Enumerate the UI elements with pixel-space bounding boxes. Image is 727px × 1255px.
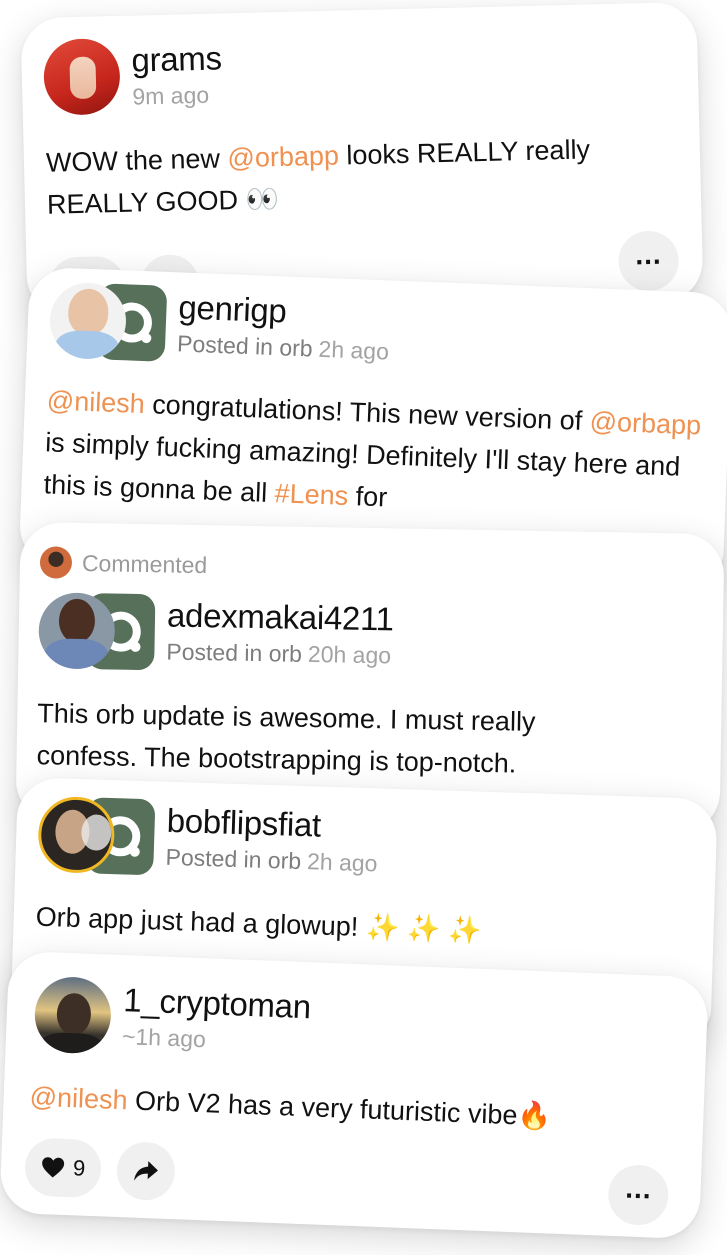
post-username[interactable]: adexmakai4211 xyxy=(167,596,394,638)
share-arrow-icon xyxy=(134,1161,159,1181)
post-timestamp: 2h ago xyxy=(306,848,378,877)
post-timestamp: 9m ago xyxy=(132,81,210,110)
post-body: @nilesh congratulations! This new versio… xyxy=(43,379,707,530)
post-username[interactable]: bobflipsfiat xyxy=(166,802,379,847)
hashtag-link[interactable]: #Lens xyxy=(274,478,349,511)
posted-in-label[interactable]: Posted in orb xyxy=(165,844,301,874)
posted-in-label[interactable]: Posted in orb xyxy=(177,330,313,361)
post-text: Orb V2 has a very futuristic vibe🔥 xyxy=(127,1085,552,1132)
post-username[interactable]: genrigp xyxy=(178,288,391,334)
post-body: Orb app just had a glowup! ✨ ✨ ✨ xyxy=(35,896,676,958)
mention-link[interactable]: @orbapp xyxy=(227,141,339,174)
post-username[interactable]: grams xyxy=(131,39,222,79)
user-avatar[interactable] xyxy=(38,592,116,670)
post-timestamp: 20h ago xyxy=(307,640,392,669)
user-avatar[interactable] xyxy=(42,37,121,116)
like-button[interactable]: 9 xyxy=(23,1137,103,1199)
mention-link[interactable]: @orbapp xyxy=(589,406,702,440)
mention-link[interactable]: @nilesh xyxy=(29,1082,128,1116)
post-body: This orb update is awesome. I must reall… xyxy=(36,692,637,786)
post-timestamp: 2h ago xyxy=(318,335,390,365)
post-text: for xyxy=(347,480,388,513)
more-dots-icon: ... xyxy=(624,1172,653,1205)
post-card[interactable]: 1_cryptoman ~1h ago @nilesh Orb V2 has a… xyxy=(0,950,709,1240)
more-options-button[interactable]: ... xyxy=(607,1163,670,1227)
posted-in-label[interactable]: Posted in orb xyxy=(166,638,302,666)
heart-icon xyxy=(42,1157,65,1178)
like-count: 9 xyxy=(72,1155,86,1181)
post-text: This orb update is awesome. I must reall… xyxy=(36,698,536,779)
post-text: WOW the new xyxy=(45,143,228,178)
post-text: Orb app just had a glowup! ✨ ✨ ✨ xyxy=(35,901,483,946)
commenter-avatar xyxy=(39,546,73,579)
user-avatar[interactable] xyxy=(33,975,113,1055)
share-button[interactable] xyxy=(116,1140,177,1202)
mention-link[interactable]: @nilesh xyxy=(46,385,145,419)
post-timestamp: ~1h ago xyxy=(121,1023,207,1053)
more-options-button[interactable]: ... xyxy=(617,230,680,292)
activity-context-label: Commented xyxy=(81,549,208,578)
post-text: congratulations! This new version of xyxy=(144,389,591,437)
more-dots-icon: ... xyxy=(634,238,662,271)
post-body: @nilesh Orb V2 has a very futuristic vib… xyxy=(29,1076,670,1143)
post-body: WOW the new @orbapp looks REALLY really … xyxy=(45,127,667,226)
post-username[interactable]: 1_cryptoman xyxy=(123,981,312,1026)
